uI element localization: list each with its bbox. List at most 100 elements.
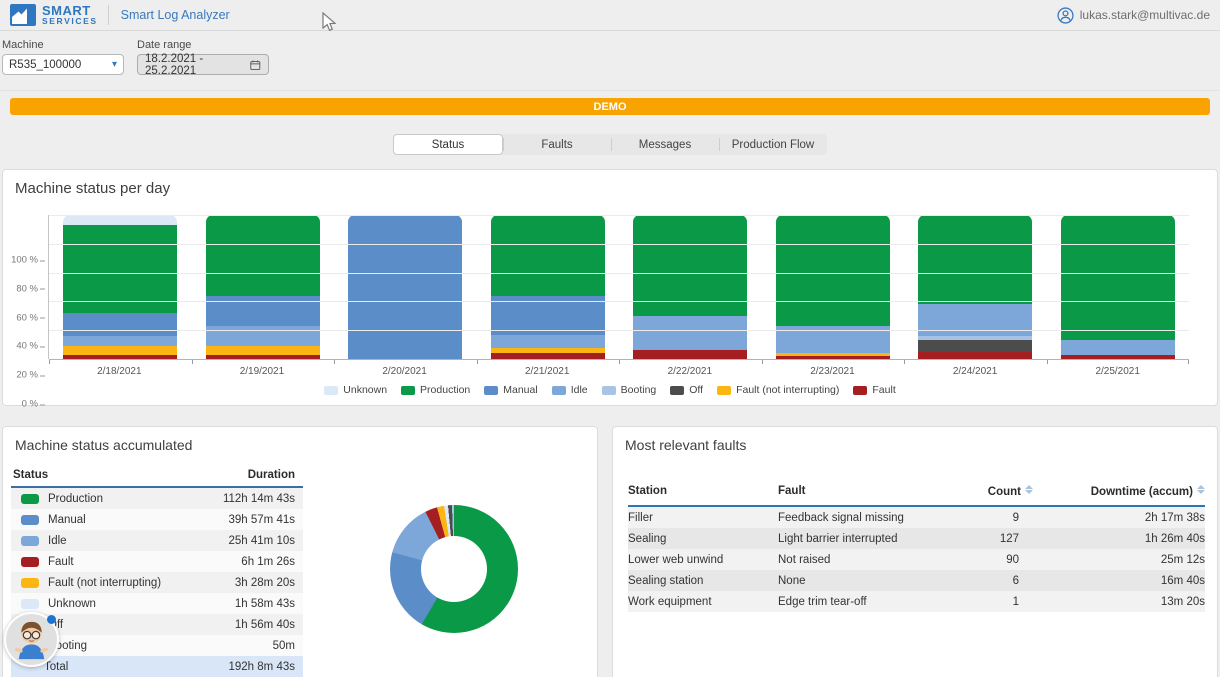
legend-item-off[interactable]: Off xyxy=(670,384,703,396)
legend-swatch xyxy=(717,386,731,395)
bar-segment-fault-not-interrupting- xyxy=(63,346,177,355)
legend-item-fault-not-interrupting-[interactable]: Fault (not interrupting) xyxy=(717,384,839,396)
stacked-bar xyxy=(1061,215,1175,359)
station-cell: Lower web unwind xyxy=(628,554,778,566)
station-cell: Sealing xyxy=(628,533,778,545)
y-tick-label: 100 % xyxy=(11,255,38,266)
bar-slot xyxy=(1047,215,1190,359)
legend-item-booting[interactable]: Booting xyxy=(602,384,657,396)
station-cell: Sealing station xyxy=(628,575,778,587)
x-axis-label: 2/24/2021 xyxy=(904,366,1047,377)
table-row: Unknown1h 58m 43s xyxy=(11,593,303,614)
faults-title: Most relevant faults xyxy=(613,427,1217,453)
legend-item-production[interactable]: Production xyxy=(401,384,470,396)
duration-cell: 25h 41m 10s xyxy=(183,535,295,547)
tab-status[interactable]: Status xyxy=(393,134,503,155)
status-cell: Production xyxy=(13,493,183,505)
legend-swatch xyxy=(853,386,867,395)
chevron-down-icon: ▾ xyxy=(112,59,117,70)
table-row: Sealing stationNone616m 40s xyxy=(628,570,1205,591)
legend-swatch xyxy=(484,386,498,395)
table-header-row: Status Duration xyxy=(11,465,303,488)
x-axis-label: 2/19/2021 xyxy=(191,366,334,377)
downtime-cell: 13m 20s xyxy=(1035,596,1205,608)
table-row: FillerFeedback signal missing92h 17m 38s xyxy=(628,507,1205,528)
downtime-cell: 25m 12s xyxy=(1035,554,1205,566)
bar-slot xyxy=(49,215,192,359)
fault-cell: Not raised xyxy=(778,554,925,566)
stacked-bar xyxy=(348,215,462,359)
user-menu[interactable]: lukas.stark@multivac.de xyxy=(1057,7,1210,24)
stacked-bar-chart xyxy=(48,215,1189,359)
x-axis-label: 2/22/2021 xyxy=(619,366,762,377)
table-row: Manual39h 57m 41s xyxy=(11,509,303,530)
date-range-input[interactable]: 18.2.2021 - 25.2.2021 xyxy=(137,54,269,75)
x-axis-label: 2/18/2021 xyxy=(48,366,191,377)
notification-dot xyxy=(47,615,56,624)
bar-segment-idle xyxy=(633,316,747,351)
count-cell: 1 xyxy=(925,596,1035,608)
status-cell: Unknown xyxy=(13,598,183,610)
status-donut-chart xyxy=(390,505,518,633)
bar-segment-idle xyxy=(918,304,1032,336)
demo-banner: DEMO xyxy=(10,98,1210,115)
bar-slot xyxy=(619,215,762,359)
filter-bar: Machine R535_100000 ▾ Date range 18.2.20… xyxy=(0,31,1220,91)
machine-select[interactable]: R535_100000 ▾ xyxy=(2,54,124,75)
bar-segment-fault-not-interrupting- xyxy=(206,346,320,355)
status-cell: Manual xyxy=(13,514,183,526)
status-swatch xyxy=(21,494,39,504)
stacked-bar xyxy=(918,215,1032,359)
bar-slot xyxy=(477,215,620,359)
bar-segment-idle xyxy=(1061,340,1175,354)
y-tick-label: 60 % xyxy=(16,312,38,323)
status-accumulated-panel: Machine status accumulated Status Durati… xyxy=(2,426,598,677)
station-cell: Filler xyxy=(628,512,778,524)
bar-segment-idle xyxy=(63,336,177,346)
brand-logo: SMART SERVICES xyxy=(10,4,98,26)
duration-cell: 1h 58m 43s xyxy=(183,598,295,610)
mouse-cursor xyxy=(322,12,336,32)
legend-item-fault[interactable]: Fault xyxy=(853,384,895,396)
bar-segment-idle xyxy=(491,335,605,348)
table-row: Production112h 14m 43s xyxy=(11,488,303,509)
bar-segment-idle xyxy=(206,326,320,346)
bar-segment-manual xyxy=(63,313,177,336)
x-axis-label: 2/21/2021 xyxy=(476,366,619,377)
bar-segment-off xyxy=(918,340,1032,352)
tab-messages[interactable]: Messages xyxy=(611,134,719,155)
legend-item-idle[interactable]: Idle xyxy=(552,384,588,396)
column-header-status: Status xyxy=(13,469,183,481)
downtime-cell: 1h 26m 40s xyxy=(1035,533,1205,545)
fault-cell: Edge trim tear-off xyxy=(778,596,925,608)
stacked-bar xyxy=(206,215,320,359)
legend-item-unknown[interactable]: Unknown xyxy=(324,384,387,396)
column-header-count[interactable]: Count xyxy=(925,485,1035,498)
user-icon xyxy=(1057,7,1074,24)
column-header-downtime[interactable]: Downtime (accum) xyxy=(1035,485,1205,498)
status-cell: Fault (not interrupting) xyxy=(13,577,183,589)
downtime-cell: 16m 40s xyxy=(1035,575,1205,587)
header-divider xyxy=(108,5,109,25)
y-tick-label: 40 % xyxy=(16,341,38,352)
duration-cell: 50m xyxy=(183,640,295,652)
assistant-avatar[interactable] xyxy=(4,612,59,667)
tab-production-flow[interactable]: Production Flow xyxy=(719,134,827,155)
count-cell: 127 xyxy=(925,533,1035,545)
logo-text-services: SERVICES xyxy=(42,17,98,26)
sort-icon xyxy=(1197,485,1205,494)
gridline xyxy=(49,215,1189,216)
station-cell: Work equipment xyxy=(628,596,778,608)
status-cell: Fault xyxy=(13,556,183,568)
app-title: Smart Log Analyzer xyxy=(121,8,230,22)
tab-faults[interactable]: Faults xyxy=(503,134,611,155)
stacked-bar xyxy=(633,215,747,359)
user-email: lukas.stark@multivac.de xyxy=(1080,8,1210,22)
status-accumulated-title: Machine status accumulated xyxy=(3,427,597,453)
legend-item-manual[interactable]: Manual xyxy=(484,384,537,396)
bar-slot xyxy=(762,215,905,359)
x-axis-label: 2/23/2021 xyxy=(761,366,904,377)
x-axis-labels: 2/18/20212/19/20212/20/20212/21/20212/22… xyxy=(48,366,1189,377)
machine-label: Machine xyxy=(2,39,124,51)
count-cell: 6 xyxy=(925,575,1035,587)
